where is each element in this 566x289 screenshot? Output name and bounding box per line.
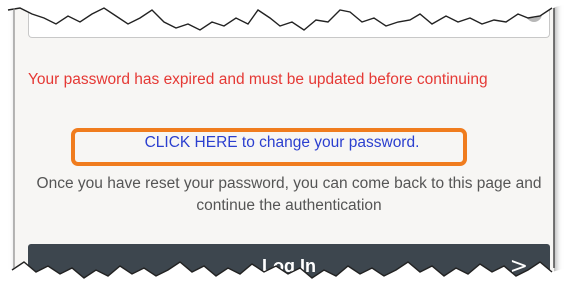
change-password-link[interactable]: CLICK HERE to change your password.	[75, 134, 467, 152]
login-button-label: Log In	[262, 256, 316, 276]
screenshot-stage: ••• Your password has expired and must b…	[0, 0, 566, 289]
reset-info-text: Once you have reset your password, you c…	[36, 175, 542, 214]
password-value: •••	[115, 6, 129, 17]
password-expired-error: Your password has expired and must be up…	[28, 71, 488, 88]
chevron-right-icon: >	[509, 254, 528, 279]
login-button[interactable]: Log In >	[28, 244, 550, 289]
eye-icon[interactable]	[523, 4, 545, 24]
password-input[interactable]: •••	[28, 0, 550, 38]
